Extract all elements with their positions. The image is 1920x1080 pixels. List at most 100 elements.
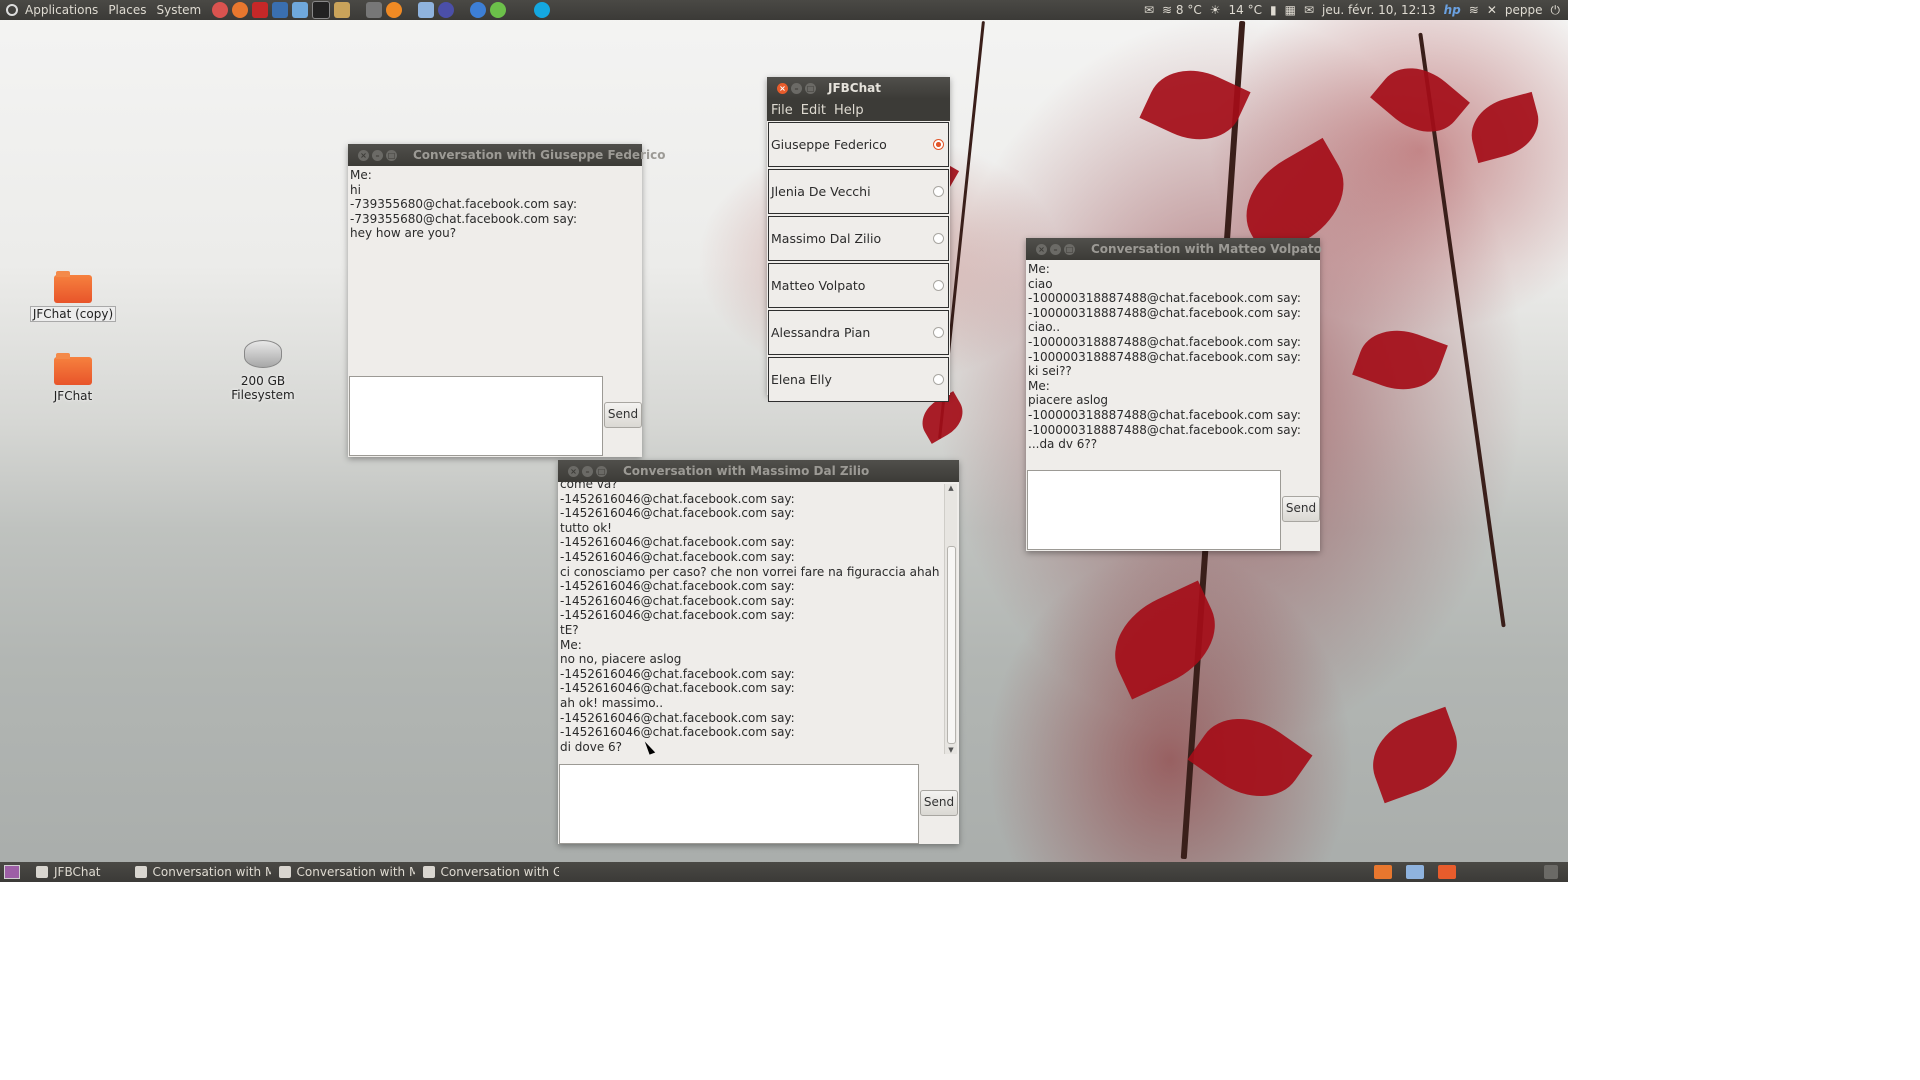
weather-forecast[interactable]: 14 °C — [1229, 3, 1262, 17]
contact-massimo-dal-zilio[interactable]: Massimo Dal Zilio — [768, 216, 949, 261]
message-input[interactable] — [559, 764, 919, 844]
taskbar-item-label: JFBChat — [54, 865, 101, 879]
scroll-up-icon[interactable]: ▲ — [947, 484, 955, 492]
battery-icon[interactable]: ▮ — [1270, 3, 1277, 17]
weather-current[interactable]: ≋ 8 °C — [1162, 3, 1202, 17]
send-button[interactable]: Send — [604, 402, 642, 428]
menu-places[interactable]: Places — [103, 3, 151, 17]
window-titlebar[interactable]: × – □ Conversation with Matteo Volpato — [1026, 238, 1322, 260]
contact-alessandra-pian[interactable]: Alessandra Pian — [768, 310, 949, 355]
virtualbox-icon[interactable] — [1406, 865, 1424, 879]
message-input[interactable] — [349, 376, 603, 456]
log-line: -1452616046@chat.facebook.com say: — [560, 491, 795, 506]
contact-radio[interactable] — [933, 139, 944, 150]
taskbar-item-label: Conversation with M... — [296, 865, 415, 879]
chrome-icon[interactable] — [212, 2, 229, 18]
desktop-icon-jfchat[interactable]: JFChat — [18, 353, 128, 403]
firefox-icon[interactable] — [232, 2, 249, 18]
close-icon[interactable]: × — [1036, 243, 1047, 255]
contact-name: Jlenia De Vecchi — [771, 184, 871, 199]
log-line: -739355680@chat.facebook.com say: — [350, 197, 578, 212]
thunderbird-icon[interactable] — [272, 2, 289, 18]
minimize-icon[interactable]: – — [372, 149, 383, 161]
maximize-icon[interactable]: □ — [805, 82, 816, 94]
firefox-icon[interactable] — [1374, 865, 1392, 879]
minimize-icon[interactable]: – — [582, 465, 593, 477]
menu-system[interactable]: System — [151, 3, 206, 17]
clock[interactable]: jeu. févr. 10, 12:13 — [1322, 3, 1436, 17]
contact-radio[interactable] — [933, 280, 944, 291]
conversation-window-massimo: × – □ Conversation with Massimo Dal Zili… — [558, 460, 959, 844]
folder-icon — [54, 353, 92, 385]
taskbar-item-conversation-massimo[interactable]: Conversation with M... — [127, 862, 271, 882]
maximize-icon[interactable]: □ — [386, 149, 397, 161]
scroll-down-icon[interactable]: ▼ — [947, 746, 955, 754]
log-line: ciao — [1028, 276, 1053, 291]
log-line: -739355680@chat.facebook.com say: — [350, 211, 578, 226]
eclipse-icon[interactable] — [438, 2, 455, 18]
top-panel: Applications Places System ✉ ≋ 8 °C ☀ 14… — [0, 0, 1568, 20]
send-button[interactable]: Send — [1282, 496, 1320, 522]
menu-edit[interactable]: Edit — [801, 103, 826, 118]
contact-radio[interactable] — [933, 233, 944, 244]
ubuntu-logo-icon[interactable] — [6, 4, 18, 16]
user-status-icon[interactable]: ✕ — [1487, 3, 1497, 17]
contact-radio[interactable] — [933, 374, 944, 385]
mail-icon[interactable]: ✉ — [1304, 3, 1314, 17]
show-desktop-icon[interactable] — [4, 865, 20, 879]
file-manager-icon[interactable] — [334, 2, 351, 18]
taskbar-item-conversation-giuseppe[interactable]: Conversation with Gi... — [415, 862, 559, 882]
taskbar-item-label: Conversation with Gi... — [440, 865, 559, 879]
keyboard-icon[interactable]: ▦ — [1285, 3, 1296, 17]
close-icon[interactable]: × — [568, 465, 579, 477]
contact-jlenia-de-vecchi[interactable]: Jlenia De Vecchi — [768, 169, 949, 214]
terminal-icon[interactable] — [312, 1, 331, 19]
blender-icon[interactable] — [386, 2, 403, 18]
media-player-icon[interactable] — [490, 2, 507, 18]
contact-radio[interactable] — [933, 186, 944, 197]
contact-elena-elly[interactable]: Elena Elly — [768, 357, 949, 402]
wifi-icon[interactable]: ≋ — [1469, 3, 1479, 17]
gimp-icon[interactable] — [366, 2, 383, 18]
maximize-icon[interactable]: □ — [1064, 243, 1075, 255]
minimize-icon[interactable]: – — [1050, 243, 1061, 255]
network-icon[interactable] — [470, 2, 487, 18]
desktop-icon-jfchat-copy[interactable]: JFChat (copy) — [18, 271, 128, 322]
minimize-icon[interactable]: – — [791, 82, 802, 94]
window-titlebar[interactable]: × – □ Conversation with Massimo Dal Zili… — [558, 460, 959, 482]
desktop-icon-filesystem[interactable]: 200 GB Filesystem — [208, 340, 318, 402]
empathy-icon[interactable] — [292, 2, 309, 18]
jfbchat-main-window: × – □ JFBChat File Edit Help Giuseppe Fe… — [767, 77, 950, 402]
log-line: hi — [350, 182, 361, 197]
system-tray: ✉ ≋ 8 °C ☀ 14 °C ▮ ▦ ✉ jeu. févr. 10, 12… — [1144, 0, 1560, 20]
send-button[interactable]: Send — [920, 790, 958, 816]
maximize-icon[interactable]: □ — [596, 465, 607, 477]
menu-help[interactable]: Help — [834, 103, 864, 118]
trash-icon[interactable] — [1544, 865, 1558, 879]
skype-icon[interactable] — [534, 2, 551, 18]
hp-icon[interactable]: hp — [1444, 3, 1461, 17]
close-icon[interactable]: × — [777, 82, 788, 94]
pdf-reader-icon[interactable] — [252, 2, 269, 18]
power-icon[interactable]: ⏻ — [1551, 3, 1561, 18]
launcher-icons — [212, 1, 551, 19]
virtualbox-icon[interactable] — [418, 2, 435, 18]
vertical-scrollbar[interactable]: ▲ ▼ — [944, 484, 957, 754]
message-input[interactable] — [1027, 470, 1281, 550]
menu-file[interactable]: File — [771, 103, 793, 118]
taskbar-item-jfbchat[interactable]: JFBChat — [28, 862, 127, 882]
scrollbar-thumb[interactable] — [947, 546, 956, 744]
user-name[interactable]: peppe — [1505, 3, 1543, 17]
window-titlebar[interactable]: × – □ JFBChat — [767, 77, 950, 99]
contact-matteo-volpato[interactable]: Matteo Volpato — [768, 263, 949, 308]
close-icon[interactable]: × — [358, 149, 369, 161]
contact-radio[interactable] — [933, 327, 944, 338]
log-line: -1452616046@chat.facebook.com say: — [560, 710, 795, 725]
workspace-switcher-icon[interactable] — [1438, 865, 1456, 879]
menu-applications[interactable]: Applications — [20, 3, 103, 17]
hard-drive-icon — [244, 340, 282, 368]
window-titlebar[interactable]: × – □ Conversation with Giuseppe Federic… — [348, 144, 665, 166]
mail-notification-icon[interactable]: ✉ — [1144, 3, 1154, 17]
contact-giuseppe-federico[interactable]: Giuseppe Federico — [768, 122, 949, 167]
taskbar-item-conversation-matteo[interactable]: Conversation with M... — [271, 862, 415, 882]
